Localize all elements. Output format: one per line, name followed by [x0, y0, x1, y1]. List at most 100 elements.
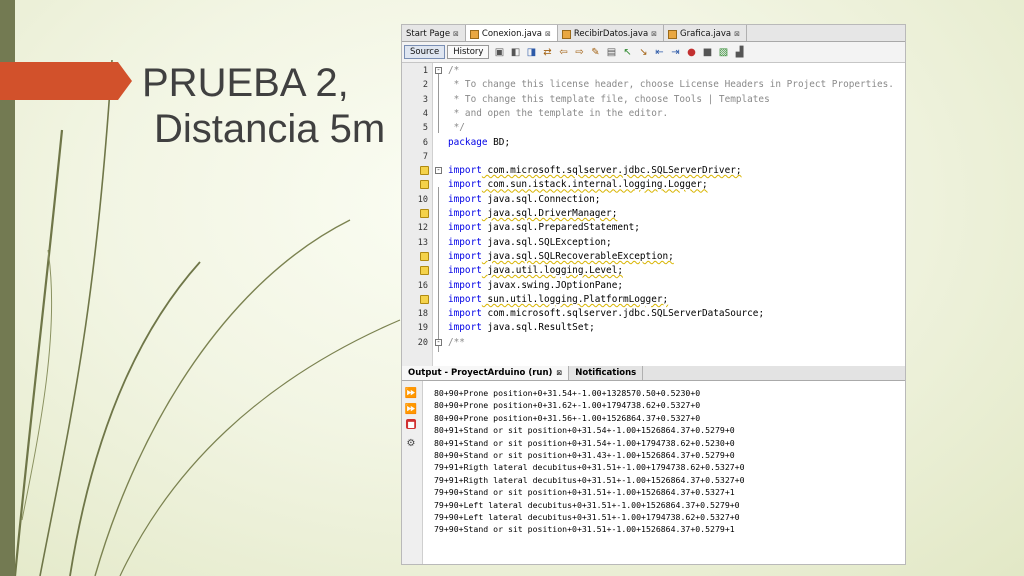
code-line: 4 * and open the template in the editor.: [402, 107, 905, 121]
code-text: /**: [448, 336, 465, 348]
comment-icon[interactable]: ▧: [717, 46, 729, 58]
line-number: 10: [417, 194, 428, 205]
code-line: import sun.util.logging.PlatformLogger;: [402, 293, 905, 307]
output-line: 79+90+Left lateral decubitus+0+31.51+-1.…: [434, 499, 740, 510]
line-number: 20: [417, 337, 428, 348]
fold-toggle-icon[interactable]: -: [435, 67, 442, 74]
source-button[interactable]: Source: [404, 45, 446, 59]
find-previous-icon[interactable]: ⇦: [557, 46, 569, 58]
tab-start-page[interactable]: Start Page ⊠: [402, 25, 466, 41]
back-icon[interactable]: ◧: [509, 46, 521, 58]
shift-right-icon[interactable]: ⇥: [669, 46, 681, 58]
last-edit-icon[interactable]: ▣: [493, 46, 505, 58]
line-number: 12: [417, 223, 428, 234]
hint-bulb-icon[interactable]: [420, 266, 429, 276]
shift-left-icon[interactable]: ⇤: [653, 46, 665, 58]
output-line: 80+90+Prone position+0+31.62+-1.00+17947…: [434, 400, 701, 411]
line-number: 3: [422, 94, 428, 105]
hint-bulb-icon[interactable]: [420, 209, 429, 218]
slide-title-line1: PRUEBA 2,: [142, 61, 349, 105]
output-line: 79+91+Rigth lateral decubitus+0+31.51+-1…: [434, 462, 745, 473]
output-line: 79+91+Rigth lateral decubitus+0+31.51+-1…: [434, 474, 745, 485]
close-icon[interactable]: ⊠: [651, 30, 657, 38]
line-number: 18: [417, 309, 428, 320]
code-text: import java.sql.PreparedStatement;: [448, 222, 640, 234]
editor-tab-bar: Start Page ⊠ Conexion.java ⊠ RecibirDato…: [402, 25, 905, 42]
toggle-highlight-icon[interactable]: ✎: [589, 46, 601, 58]
code-line: 5 */: [402, 121, 905, 135]
line-number: 4: [422, 108, 428, 119]
code-text: import com.microsoft.sqlserver.jdbc.SQLS…: [448, 165, 742, 177]
find-selection-icon[interactable]: ⇄: [541, 46, 553, 58]
close-icon[interactable]: ⊠: [734, 30, 740, 38]
find-next-icon[interactable]: ⇨: [573, 46, 585, 58]
tab-label: Output - ProyectArduino (run): [408, 368, 553, 378]
hint-bulb-icon[interactable]: [420, 180, 429, 190]
tab-label: RecibirDatos.java: [573, 29, 649, 39]
code-text: * and open the template in the editor.: [448, 107, 669, 119]
code-line: - import com.microsoft.sqlserver.jdbc.SQL…: [402, 164, 905, 178]
slide-title: PRUEBA 2, Distancia 5m: [142, 60, 385, 152]
start-macro-icon[interactable]: ●: [685, 46, 697, 58]
line-number: 19: [417, 323, 428, 334]
uncomment-icon[interactable]: ▟: [733, 46, 745, 58]
hint-bulb-icon[interactable]: [420, 294, 429, 304]
code-text: * To change this license header, choose …: [448, 79, 894, 91]
code-text: import com.sun.istack.internal.logging.L…: [448, 179, 708, 191]
line-number: 6: [422, 137, 428, 148]
toggle-bookmark-icon[interactable]: ▤: [605, 46, 617, 58]
close-icon[interactable]: ⊠: [545, 30, 551, 38]
line-number: 5: [422, 123, 428, 134]
close-icon[interactable]: ⊠: [453, 30, 459, 38]
fold-toggle-icon[interactable]: -: [435, 167, 442, 175]
code-line: 12 import java.sql.PreparedStatement;: [402, 221, 905, 235]
title-arrow-marker: [0, 62, 132, 100]
code-line: 7: [402, 150, 905, 164]
tab-label: Conexion.java: [481, 29, 543, 39]
code-line: 1-/*: [402, 64, 905, 78]
hint-bulb-icon[interactable]: [420, 166, 429, 176]
output-panel[interactable]: ⏩ ⏩ ■ ⚙ 80+90+Prone position+0+31.54+-1.…: [402, 381, 905, 564]
output-line: 79+90+Left lateral decubitus+0+31.51+-1.…: [434, 512, 740, 522]
tab-recibirdatos-java[interactable]: RecibirDatos.java ⊠: [558, 25, 665, 41]
code-line: import java.sql.SQLRecoverableException;: [402, 250, 905, 264]
tab-notifications[interactable]: Notifications: [569, 366, 644, 380]
line-number: 1: [422, 66, 428, 76]
history-button[interactable]: History: [447, 45, 490, 59]
code-text: package BD;: [448, 136, 511, 148]
output-tab-bar: Output - ProyectArduino (run) ⊠ Notifica…: [402, 366, 905, 381]
next-bookmark-icon[interactable]: ↘: [637, 46, 649, 58]
code-line: 3 * To change this template file, choose…: [402, 93, 905, 107]
editor-toolbar: Source History ▣ ◧ ◨ ⇄ ⇦ ⇨ ✎ ▤ ↖ ↘ ⇤ ⇥ ●…: [402, 42, 905, 63]
code-line: import com.sun.istack.internal.logging.L…: [402, 178, 905, 192]
stop-icon[interactable]: ■: [406, 419, 416, 429]
output-line: 80+90+Prone position+0+31.54+-1.00+13285…: [434, 388, 701, 398]
close-icon[interactable]: ⊠: [556, 369, 562, 377]
hint-bulb-icon[interactable]: [420, 251, 429, 261]
stop-macro-icon[interactable]: ■: [701, 46, 713, 58]
tab-grafica-java[interactable]: Grafica.java ⊠: [664, 25, 747, 41]
rerun-icon[interactable]: ⏩: [405, 387, 417, 399]
tab-output[interactable]: Output - ProyectArduino (run) ⊠: [402, 366, 570, 380]
forward-icon[interactable]: ◨: [525, 46, 537, 58]
code-text: import java.sql.ResultSet;: [448, 322, 595, 334]
settings-icon[interactable]: ⚙: [405, 437, 417, 449]
line-number: 7: [422, 151, 428, 162]
previous-bookmark-icon[interactable]: ↖: [621, 46, 633, 58]
fold-toggle-icon[interactable]: -: [435, 338, 442, 346]
rerun-with-args-icon[interactable]: ⏩: [405, 403, 417, 415]
code-line: 19 import java.sql.ResultSet;: [402, 321, 905, 335]
line-number: 2: [422, 80, 428, 91]
tab-label: Grafica.java: [680, 29, 732, 39]
code-editor[interactable]: 1-/* 2 * To change this license header, c…: [402, 63, 905, 370]
code-text: */: [448, 122, 465, 134]
ide-screenshot: Start Page ⊠ Conexion.java ⊠ RecibirDato…: [401, 24, 906, 565]
output-line: 80+91+Stand or sit position+0+31.54+-1.0…: [434, 425, 735, 436]
code-line: 6 package BD;: [402, 136, 905, 150]
code-text: import sun.util.logging.PlatformLogger;: [448, 293, 669, 305]
code-line: 2 * To change this license header, choos…: [402, 78, 905, 92]
code-text: import java.sql.SQLRecoverableException;: [448, 250, 674, 262]
output-line: 79+90+Stand or sit position+0+31.51+-1.0…: [434, 524, 735, 535]
tab-conexion-java[interactable]: Conexion.java ⊠: [465, 25, 558, 41]
java-file-icon: [561, 29, 571, 39]
